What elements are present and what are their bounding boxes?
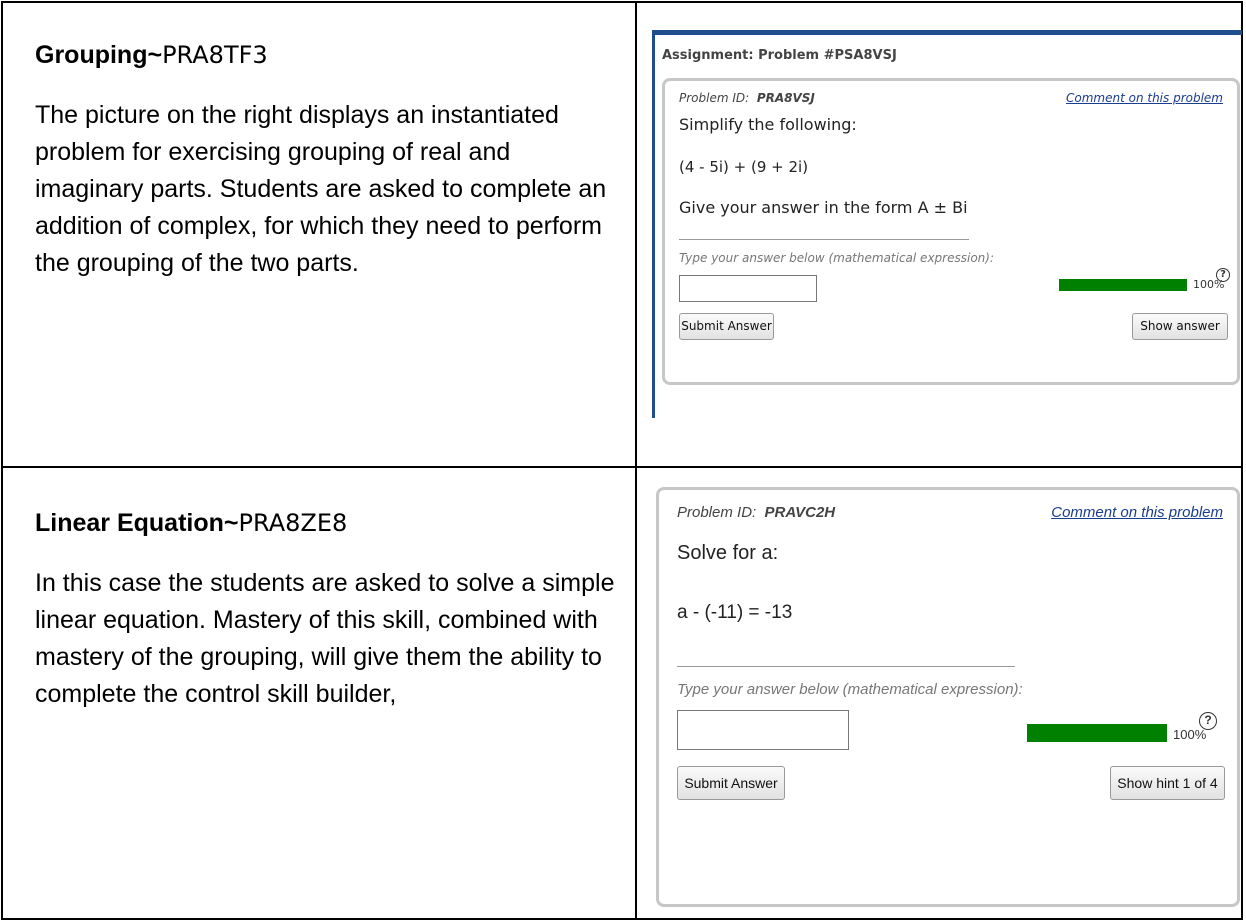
separator-line xyxy=(677,666,1015,667)
linear-equation-description: In this case the students are asked to s… xyxy=(35,569,615,708)
progress-bar xyxy=(1059,279,1187,291)
problem-id: Problem ID: PRA8VSJ xyxy=(679,91,815,105)
question-expression: a - (-11) = -13 xyxy=(677,602,793,623)
grouping-description: The picture on the right displays an ins… xyxy=(35,101,607,277)
grouping-problem-code: PRA8TF3 xyxy=(162,41,268,69)
question-expression: (4 - 5i) + (9 + 2i) xyxy=(679,158,809,176)
question-title: Solve for a: xyxy=(677,542,779,564)
answer-form-instruction: Give your answer in the form A ± Bi xyxy=(679,198,968,217)
answer-input-hint: Type your answer below (mathematical exp… xyxy=(677,681,1023,698)
grouping-problem-screenshot: Assignment: Problem #PSA8VSJ Problem ID:… xyxy=(652,30,1242,418)
problem-box: Problem ID: PRA8VSJ Comment on this prob… xyxy=(662,78,1240,385)
comment-on-problem-link[interactable]: Comment on this problem xyxy=(1066,91,1223,105)
row-divider xyxy=(3,466,1241,468)
assignment-side-bar xyxy=(652,30,655,418)
question-circle-icon[interactable]: ? xyxy=(1216,268,1230,282)
progress-bar xyxy=(1027,724,1167,742)
separator-line xyxy=(679,239,969,240)
question-title: Simplify the following: xyxy=(679,115,857,134)
progress-bar-fill xyxy=(1059,279,1187,291)
problem-id-value: PRAVC2H xyxy=(764,504,836,521)
answer-input-hint: Type your answer below (mathematical exp… xyxy=(679,251,994,265)
assignment-header: Assignment: Problem #PSA8VSJ xyxy=(662,48,897,63)
submit-answer-button[interactable]: Submit Answer xyxy=(679,313,774,340)
assignment-header-bar xyxy=(652,30,1242,35)
grouping-title-label: Grouping~ xyxy=(35,41,163,69)
answer-input[interactable] xyxy=(677,710,849,750)
linear-equation-problem-screenshot: Problem ID: PRAVC2H Comment on this prob… xyxy=(656,487,1240,907)
linear-equation-title-label: Linear Equation~ xyxy=(35,509,239,537)
problem-id-label: Problem ID: xyxy=(677,504,757,521)
submit-answer-button[interactable]: Submit Answer xyxy=(677,766,785,800)
answer-input[interactable] xyxy=(679,275,817,302)
grouping-title: Grouping~PRA8TF3 xyxy=(35,39,615,71)
column-divider xyxy=(635,3,637,918)
grouping-description-cell: Grouping~PRA8TF3 The picture on the righ… xyxy=(35,39,615,282)
comment-on-problem-link[interactable]: Comment on this problem xyxy=(1051,504,1223,521)
problem-id-label: Problem ID: xyxy=(679,91,750,105)
problem-id: Problem ID: PRAVC2H xyxy=(677,504,835,521)
progress-percent: 100% xyxy=(1173,727,1207,742)
progress-bar-fill xyxy=(1027,724,1167,742)
linear-equation-description-cell: Linear Equation~PRA8ZE8 In this case the… xyxy=(35,507,615,713)
linear-equation-title: Linear Equation~PRA8ZE8 xyxy=(35,507,615,539)
show-answer-button[interactable]: Show answer xyxy=(1132,313,1228,340)
question-circle-icon[interactable]: ? xyxy=(1199,712,1217,730)
linear-equation-problem-code: PRA8ZE8 xyxy=(238,509,348,537)
show-hint-button[interactable]: Show hint 1 of 4 xyxy=(1110,766,1225,800)
problem-id-value: PRA8VSJ xyxy=(756,91,815,105)
